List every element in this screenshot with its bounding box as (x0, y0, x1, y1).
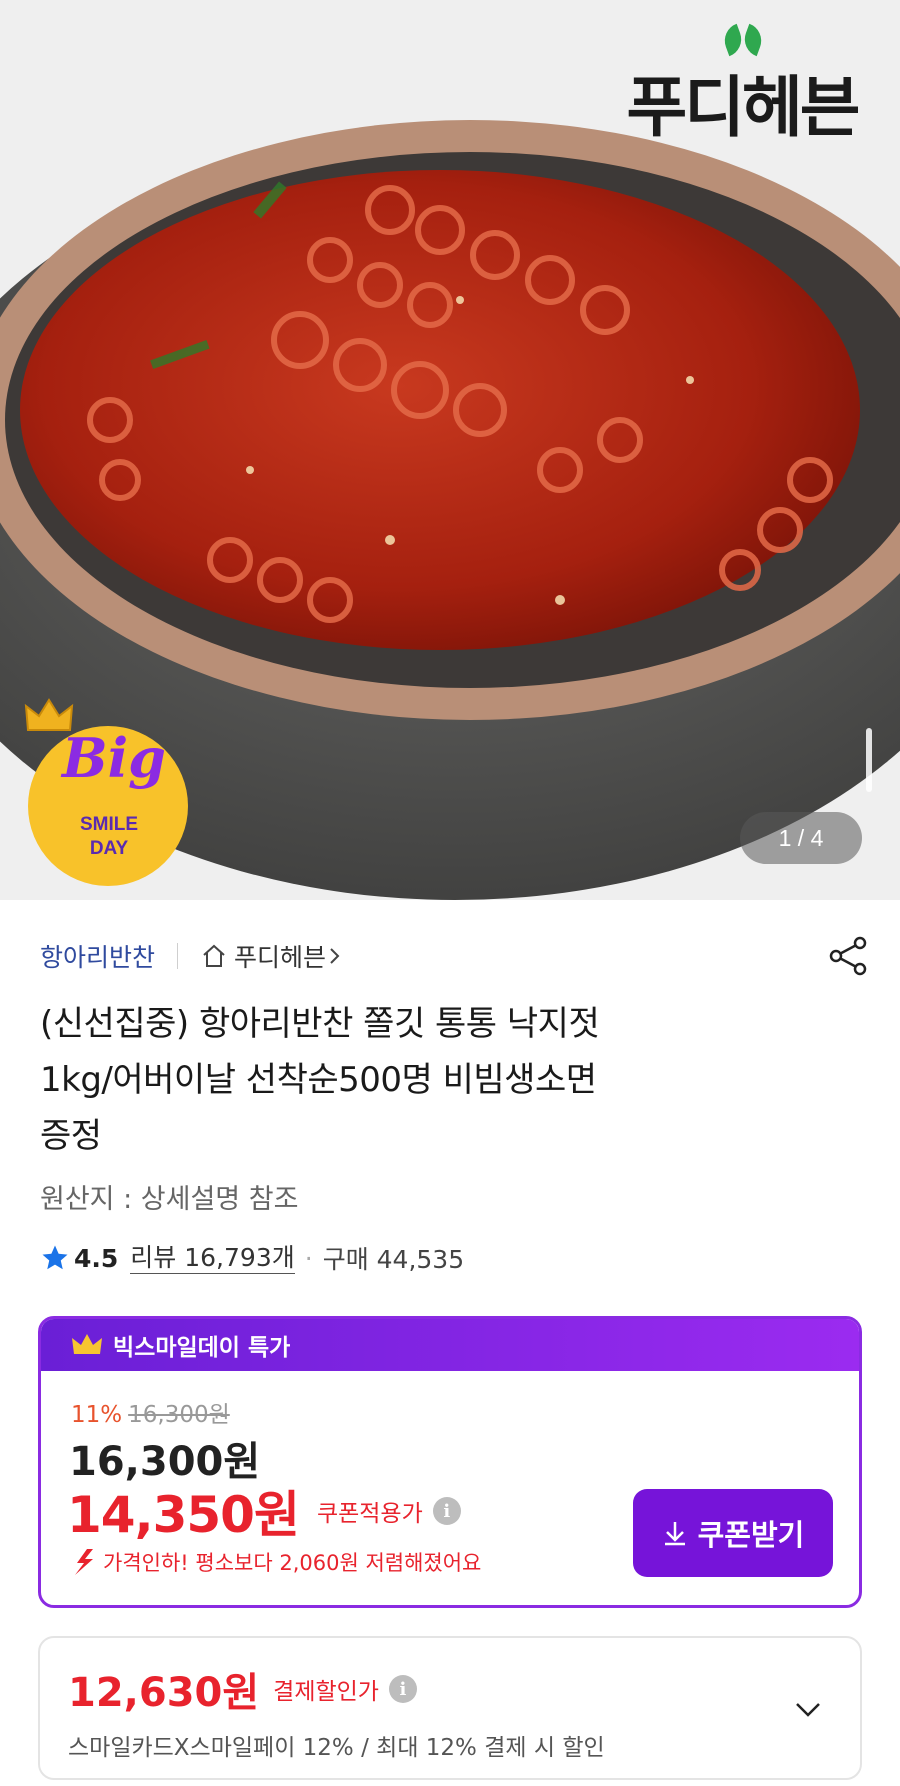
price-drop-arrow-icon (75, 1549, 93, 1575)
info-icon[interactable]: i (388, 1675, 417, 1703)
download-icon (664, 1522, 685, 1546)
home-icon (203, 944, 225, 967)
price-drop-notice: 가격인하! 평소보다 2,060원 저렴해졌어요 (71, 1547, 481, 1577)
badge-word: Big (62, 726, 166, 790)
get-coupon-button[interactable]: 쿠폰받기 (633, 1489, 833, 1577)
coupon-price-label: 쿠폰적용가 (316, 1501, 423, 1527)
store-name: 푸디헤븐 (234, 943, 327, 972)
payment-discount-detail: 스마일카드X스마일페이 12% / 최대 12% 결제 시 할인 (68, 1735, 605, 1761)
chevron-right-icon (330, 948, 340, 964)
deal-header: 빅스마일데이 특가 (41, 1319, 859, 1371)
deal-header-text: 빅스마일데이 특가 (113, 1335, 291, 1361)
purchase-count: 구매 44,535 (322, 1245, 465, 1274)
divider (177, 943, 179, 969)
big-smile-day-badge: Big SMILE DAY (24, 696, 194, 886)
leaf-icon (719, 23, 747, 57)
payment-discount-box[interactable]: 12,630원 결제할인가 i 스마일카드X스마일페이 12% / 최대 12%… (38, 1636, 862, 1780)
scroll-indicator (866, 728, 872, 792)
separator-dot: · (304, 1243, 313, 1273)
share-icon[interactable] (826, 934, 870, 978)
store-link[interactable]: 푸디헤븐 (200, 938, 350, 974)
star-icon (42, 1245, 68, 1270)
payment-discount-price: 12,630원 (68, 1670, 260, 1716)
coupon-price: 14,350원 (67, 1486, 300, 1544)
price-drop-text: 가격인하! 평소보다 2,060원 저렴해졌어요 (103, 1551, 482, 1575)
discount-percent: 11% (71, 1402, 123, 1428)
rating-row: 4.5 리뷰 16,793개 · 구매 44,535 (40, 1240, 464, 1276)
crown-icon (72, 1334, 102, 1354)
info-icon[interactable]: i (432, 1497, 461, 1525)
title-line-2: 1kg/어버이날 선착순500명 비빔생소면 (40, 1060, 597, 1100)
chevron-down-icon[interactable] (790, 1692, 826, 1728)
product-image-carousel[interactable]: 푸디헤븐 Big SMILE DAY 1 / 4 (0, 0, 900, 900)
original-price: 16,300원 (128, 1402, 230, 1428)
title-line-1: (신선집중) 항아리반찬 쫄깃 통통 낙지젓 (40, 1004, 600, 1044)
product-title: (신선집중) 항아리반찬 쫄깃 통통 낙지젓 1kg/어버이날 선착순500명 … (40, 996, 860, 1164)
badge-line-1: SMILE (79, 814, 139, 835)
brand-logo: 푸디헤븐 (612, 23, 872, 146)
origin-info: 원산지 : 상세설명 참조 (40, 1184, 299, 1215)
get-coupon-label: 쿠폰받기 (697, 1518, 805, 1552)
category-link[interactable]: 항아리반찬 (40, 938, 155, 974)
payment-discount-label: 결제할인가 (273, 1679, 379, 1705)
image-counter: 1 / 4 (740, 812, 862, 864)
coupon-price-row: 14,350원 쿠폰적용가 i (67, 1475, 461, 1547)
title-line-3: 증정 (40, 1116, 102, 1156)
breadcrumb: 항아리반찬 푸디헤븐 (40, 936, 870, 976)
review-link[interactable]: 리뷰 16,793개 (130, 1243, 295, 1274)
leaf-icon (739, 23, 767, 57)
payment-price-row: 12,630원 결제할인가 i (68, 1660, 417, 1718)
deal-box: 빅스마일데이 특가 11% 16,300원 16,300원 14,350원 쿠폰… (38, 1316, 862, 1608)
discount-row: 11% 16,300원 (71, 1395, 230, 1429)
rating-score: 4.5 (74, 1243, 119, 1273)
brand-logo-text: 푸디헤븐 (626, 69, 861, 146)
badge-line-2: DAY (89, 838, 129, 859)
